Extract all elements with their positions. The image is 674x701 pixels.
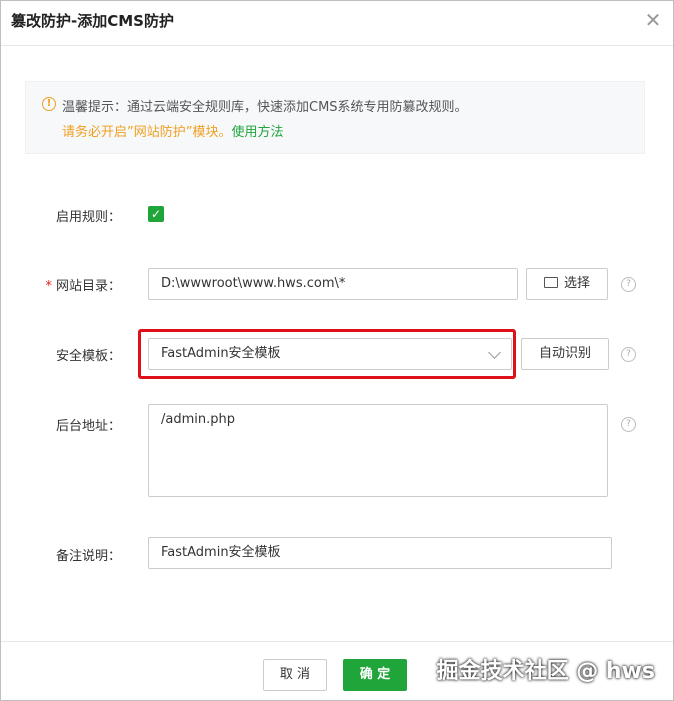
info-icon: ! (42, 97, 56, 111)
admin-url-textarea[interactable]: /admin.php (148, 404, 608, 497)
select-button-label: 选择 (563, 276, 590, 291)
close-icon[interactable]: ✕ (643, 10, 663, 30)
tip-warning: 请务必开启”网站防护”模块。使用方法 (62, 121, 284, 140)
enable-rule-label: 启用规则： (55, 210, 121, 225)
tip-box: ! 温馨提示：通过云端安全规则库，快速添加CMS系统专用防篡改规则。 请务必开启… (25, 81, 645, 154)
required-mark: * (45, 279, 52, 294)
help-icon[interactable]: ? (621, 347, 636, 362)
cancel-button[interactable]: 取 消 (263, 659, 327, 691)
add-cms-protection-dialog: 篡改防护-添加CMS防护 ✕ ! 温馨提示：通过云端安全规则库，快速添加CMS系… (0, 0, 674, 701)
site-dir-label-text: 网站目录： (55, 279, 121, 294)
highlight-box (138, 329, 516, 379)
auto-detect-button[interactable]: 自动识别 (521, 338, 609, 370)
confirm-button[interactable]: 确 定 (343, 659, 407, 691)
help-icon[interactable]: ? (621, 417, 636, 432)
admin-url-label: 后台地址： (55, 419, 121, 434)
tip-warning-text: 请务必开启”网站防护”模块。 (62, 125, 232, 140)
folder-icon (543, 277, 558, 288)
footer-divider (1, 641, 673, 642)
title-divider (1, 45, 673, 46)
template-label: 安全模板： (55, 349, 121, 364)
usage-link[interactable]: 使用方法 (231, 125, 283, 140)
remark-label: 备注说明： (55, 549, 121, 564)
site-dir-label: * 网站目录： (11, 275, 121, 294)
enable-rule-checkbox[interactable]: ✓ (148, 206, 164, 222)
remark-input[interactable]: FastAdmin安全模板 (148, 537, 612, 569)
select-folder-button[interactable]: 选择 (526, 268, 608, 300)
help-icon[interactable]: ? (621, 277, 636, 292)
dialog-title: 篡改防护-添加CMS防护 (11, 12, 174, 30)
site-dir-input[interactable]: D:\wwwroot\www.hws.com\* (148, 268, 518, 300)
tip-text: 温馨提示：通过云端安全规则库，快速添加CMS系统专用防篡改规则。 (62, 100, 468, 115)
watermark: 掘金技术社区 @ hws (436, 659, 655, 684)
